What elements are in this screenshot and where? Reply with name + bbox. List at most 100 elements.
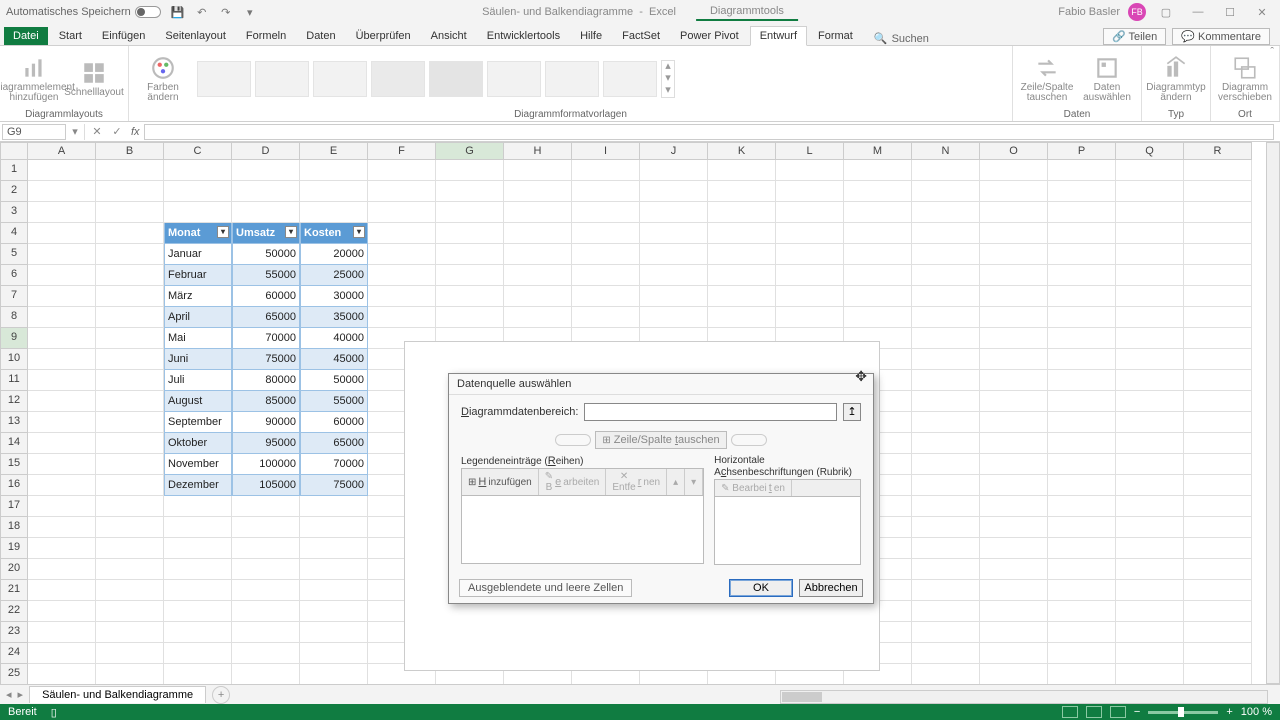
cell[interactable] — [980, 223, 1048, 244]
cell[interactable] — [912, 391, 980, 412]
cell[interactable] — [1184, 517, 1252, 538]
cell[interactable] — [232, 496, 300, 517]
cell[interactable] — [1116, 580, 1184, 601]
cell[interactable] — [912, 538, 980, 559]
cell[interactable] — [912, 475, 980, 496]
cell[interactable] — [912, 580, 980, 601]
cell[interactable] — [1184, 559, 1252, 580]
style-thumb[interactable] — [487, 61, 541, 97]
cell[interactable] — [1116, 181, 1184, 202]
cell[interactable] — [28, 433, 96, 454]
cell[interactable] — [1048, 496, 1116, 517]
cell[interactable] — [504, 286, 572, 307]
zoom-level[interactable]: 100 % — [1241, 706, 1272, 718]
cell[interactable] — [572, 307, 640, 328]
cell[interactable] — [232, 601, 300, 622]
cell[interactable] — [912, 517, 980, 538]
cell[interactable] — [300, 538, 368, 559]
cell[interactable]: 90000 — [232, 412, 300, 433]
cell[interactable] — [96, 370, 164, 391]
cell[interactable] — [980, 454, 1048, 475]
cell[interactable] — [1048, 349, 1116, 370]
cell[interactable]: Kosten▾ — [300, 223, 368, 244]
change-chart-type-button[interactable]: Diagrammtyp ändern — [1148, 53, 1204, 105]
cell[interactable] — [708, 181, 776, 202]
cell[interactable] — [368, 181, 436, 202]
cell[interactable] — [776, 223, 844, 244]
cell[interactable] — [300, 160, 368, 181]
style-thumb[interactable] — [255, 61, 309, 97]
cell[interactable] — [912, 286, 980, 307]
cell[interactable] — [980, 475, 1048, 496]
cell[interactable] — [164, 622, 232, 643]
column-header[interactable]: Q — [1116, 142, 1184, 160]
chart-range-input[interactable] — [584, 403, 837, 421]
cell[interactable] — [1116, 475, 1184, 496]
row-header[interactable]: 22 — [0, 601, 28, 622]
cell[interactable] — [1184, 349, 1252, 370]
cell[interactable] — [1048, 433, 1116, 454]
cell[interactable] — [96, 391, 164, 412]
cell[interactable] — [300, 580, 368, 601]
cell[interactable] — [164, 580, 232, 601]
cell[interactable] — [300, 601, 368, 622]
cell[interactable] — [844, 265, 912, 286]
cell[interactable] — [912, 202, 980, 223]
cell[interactable] — [1048, 517, 1116, 538]
cell[interactable] — [980, 643, 1048, 664]
cell[interactable]: 40000 — [300, 328, 368, 349]
cell[interactable] — [96, 559, 164, 580]
cell[interactable] — [1116, 244, 1184, 265]
cell[interactable]: April — [164, 307, 232, 328]
cell[interactable]: 35000 — [300, 307, 368, 328]
cell[interactable] — [28, 223, 96, 244]
cell[interactable] — [980, 370, 1048, 391]
cell[interactable] — [96, 412, 164, 433]
qat-customize-icon[interactable]: ▾ — [243, 5, 257, 19]
cell[interactable] — [640, 202, 708, 223]
cell[interactable] — [28, 517, 96, 538]
column-header[interactable]: N — [912, 142, 980, 160]
cell[interactable] — [1184, 622, 1252, 643]
cell[interactable] — [368, 265, 436, 286]
cell[interactable] — [844, 160, 912, 181]
cell[interactable] — [96, 349, 164, 370]
horizontal-scrollbar[interactable] — [780, 690, 1268, 704]
cell[interactable] — [28, 664, 96, 684]
cell[interactable] — [1116, 454, 1184, 475]
cell[interactable] — [1048, 580, 1116, 601]
cell[interactable] — [96, 517, 164, 538]
cell[interactable] — [1048, 244, 1116, 265]
add-series-button[interactable]: ⊞ Hinzufügen — [462, 469, 539, 495]
cell[interactable] — [708, 160, 776, 181]
select-data-button[interactable]: Daten auswählen — [1079, 53, 1135, 105]
cell[interactable] — [572, 265, 640, 286]
user-avatar[interactable]: FB — [1128, 3, 1146, 21]
row-header[interactable]: 20 — [0, 559, 28, 580]
cell[interactable] — [232, 202, 300, 223]
filter-dropdown-icon[interactable]: ▾ — [353, 226, 365, 238]
cell[interactable] — [1116, 664, 1184, 684]
cell[interactable] — [1184, 538, 1252, 559]
cell[interactable] — [96, 433, 164, 454]
cell[interactable] — [1184, 160, 1252, 181]
cell[interactable]: Januar — [164, 244, 232, 265]
cell[interactable] — [436, 202, 504, 223]
cell[interactable]: 70000 — [232, 328, 300, 349]
cell[interactable] — [980, 286, 1048, 307]
cell[interactable] — [1048, 622, 1116, 643]
cell[interactable] — [1048, 307, 1116, 328]
cell[interactable] — [368, 244, 436, 265]
row-header[interactable]: 9 — [0, 328, 28, 349]
cell[interactable] — [1116, 370, 1184, 391]
cell[interactable] — [28, 412, 96, 433]
cell[interactable] — [96, 328, 164, 349]
row-header[interactable]: 15 — [0, 454, 28, 475]
row-header[interactable]: 18 — [0, 517, 28, 538]
ok-button[interactable]: OK — [729, 579, 793, 597]
tab-entwicklertools[interactable]: Entwicklertools — [478, 27, 569, 45]
cell[interactable] — [640, 181, 708, 202]
cell[interactable] — [368, 223, 436, 244]
enter-formula-icon[interactable]: ✓ — [107, 125, 127, 138]
cell[interactable] — [980, 580, 1048, 601]
